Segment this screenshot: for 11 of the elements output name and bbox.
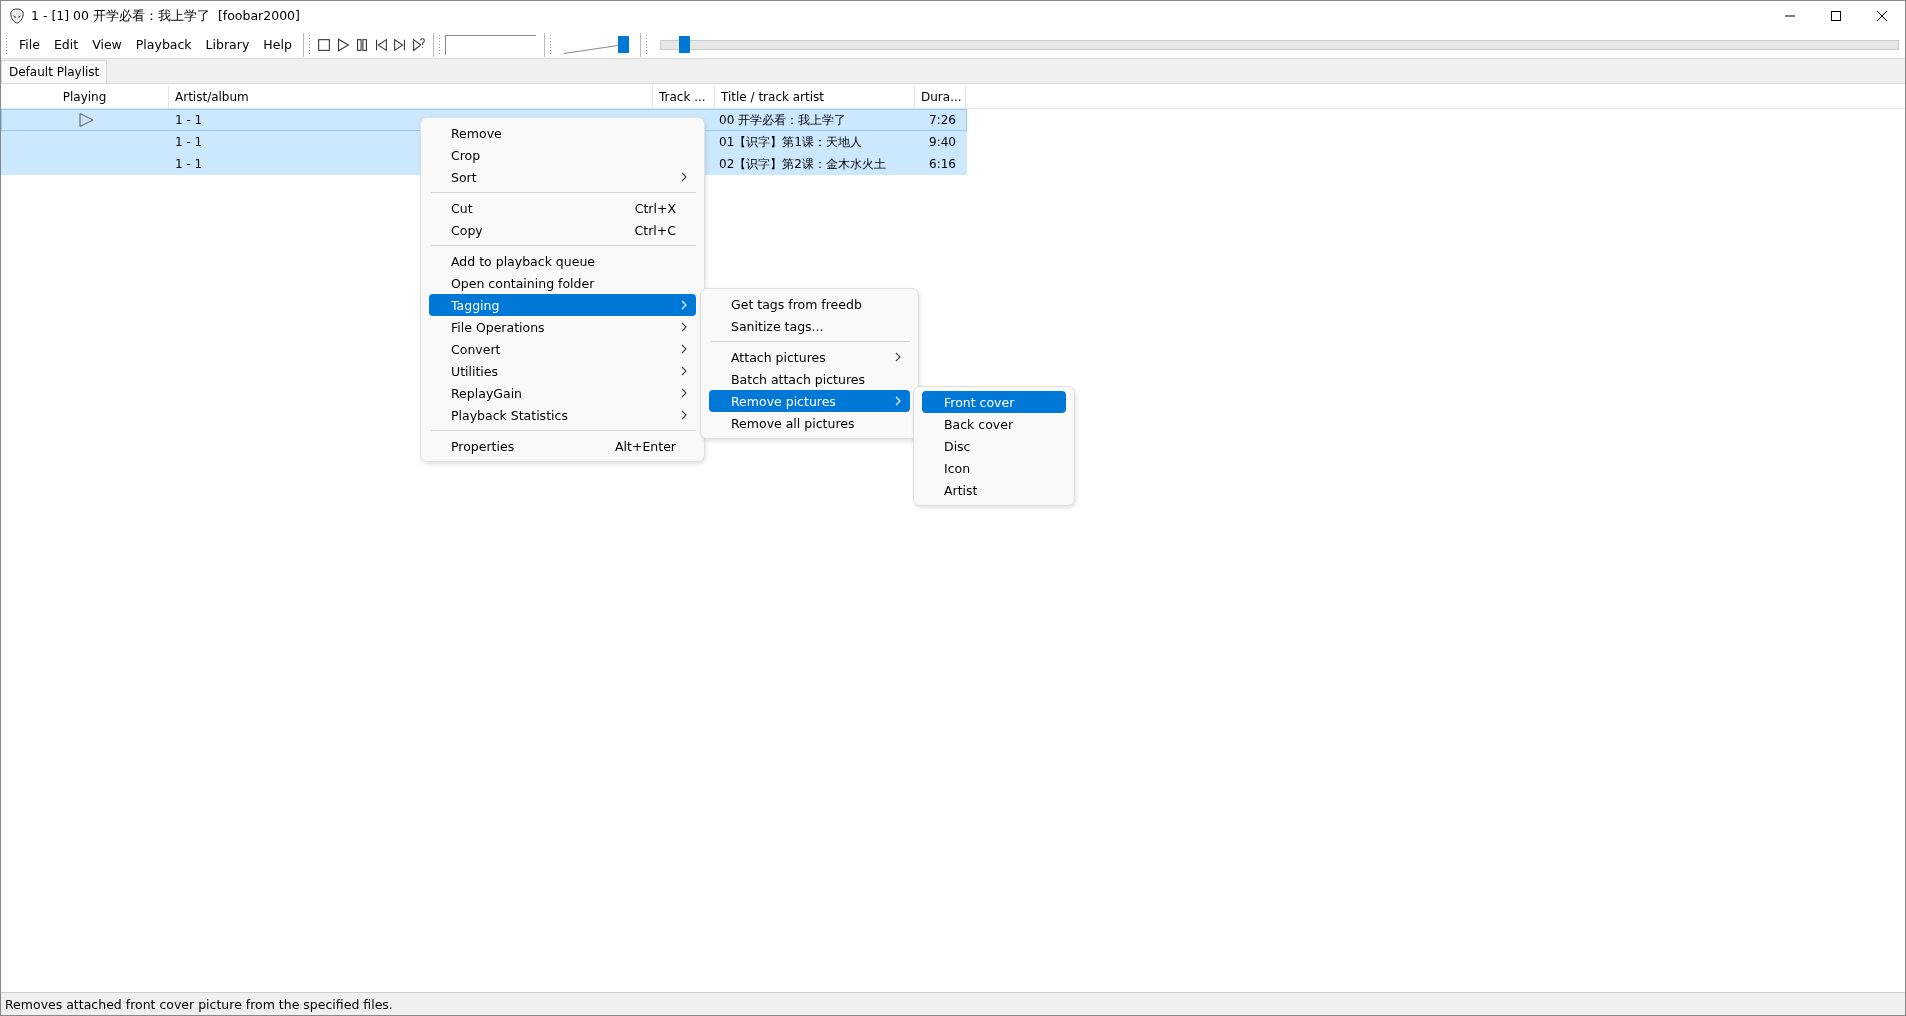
window-title: 1 - [1] 00 开学必看：我上学了 [foobar2000] bbox=[31, 7, 301, 25]
table-cell: 02【识字】第2课：金木水火土 bbox=[719, 155, 886, 173]
status-bar: Removes attached front cover picture from the specified files. bbox=[1, 992, 1905, 1015]
table-cell: 6:16 bbox=[929, 157, 956, 171]
table-cell: 1 - 1 bbox=[175, 113, 203, 127]
table-cell: 00 开学必看：我上学了 bbox=[719, 111, 847, 129]
table-cell: 7:26 bbox=[929, 113, 956, 127]
table-cell: 1 - 1 bbox=[175, 135, 203, 149]
table-cell: 9:40 bbox=[929, 135, 956, 149]
table-cell: 1 - 1 bbox=[175, 157, 203, 171]
table-cell: 01【识字】第1课：天地人 bbox=[719, 133, 862, 151]
